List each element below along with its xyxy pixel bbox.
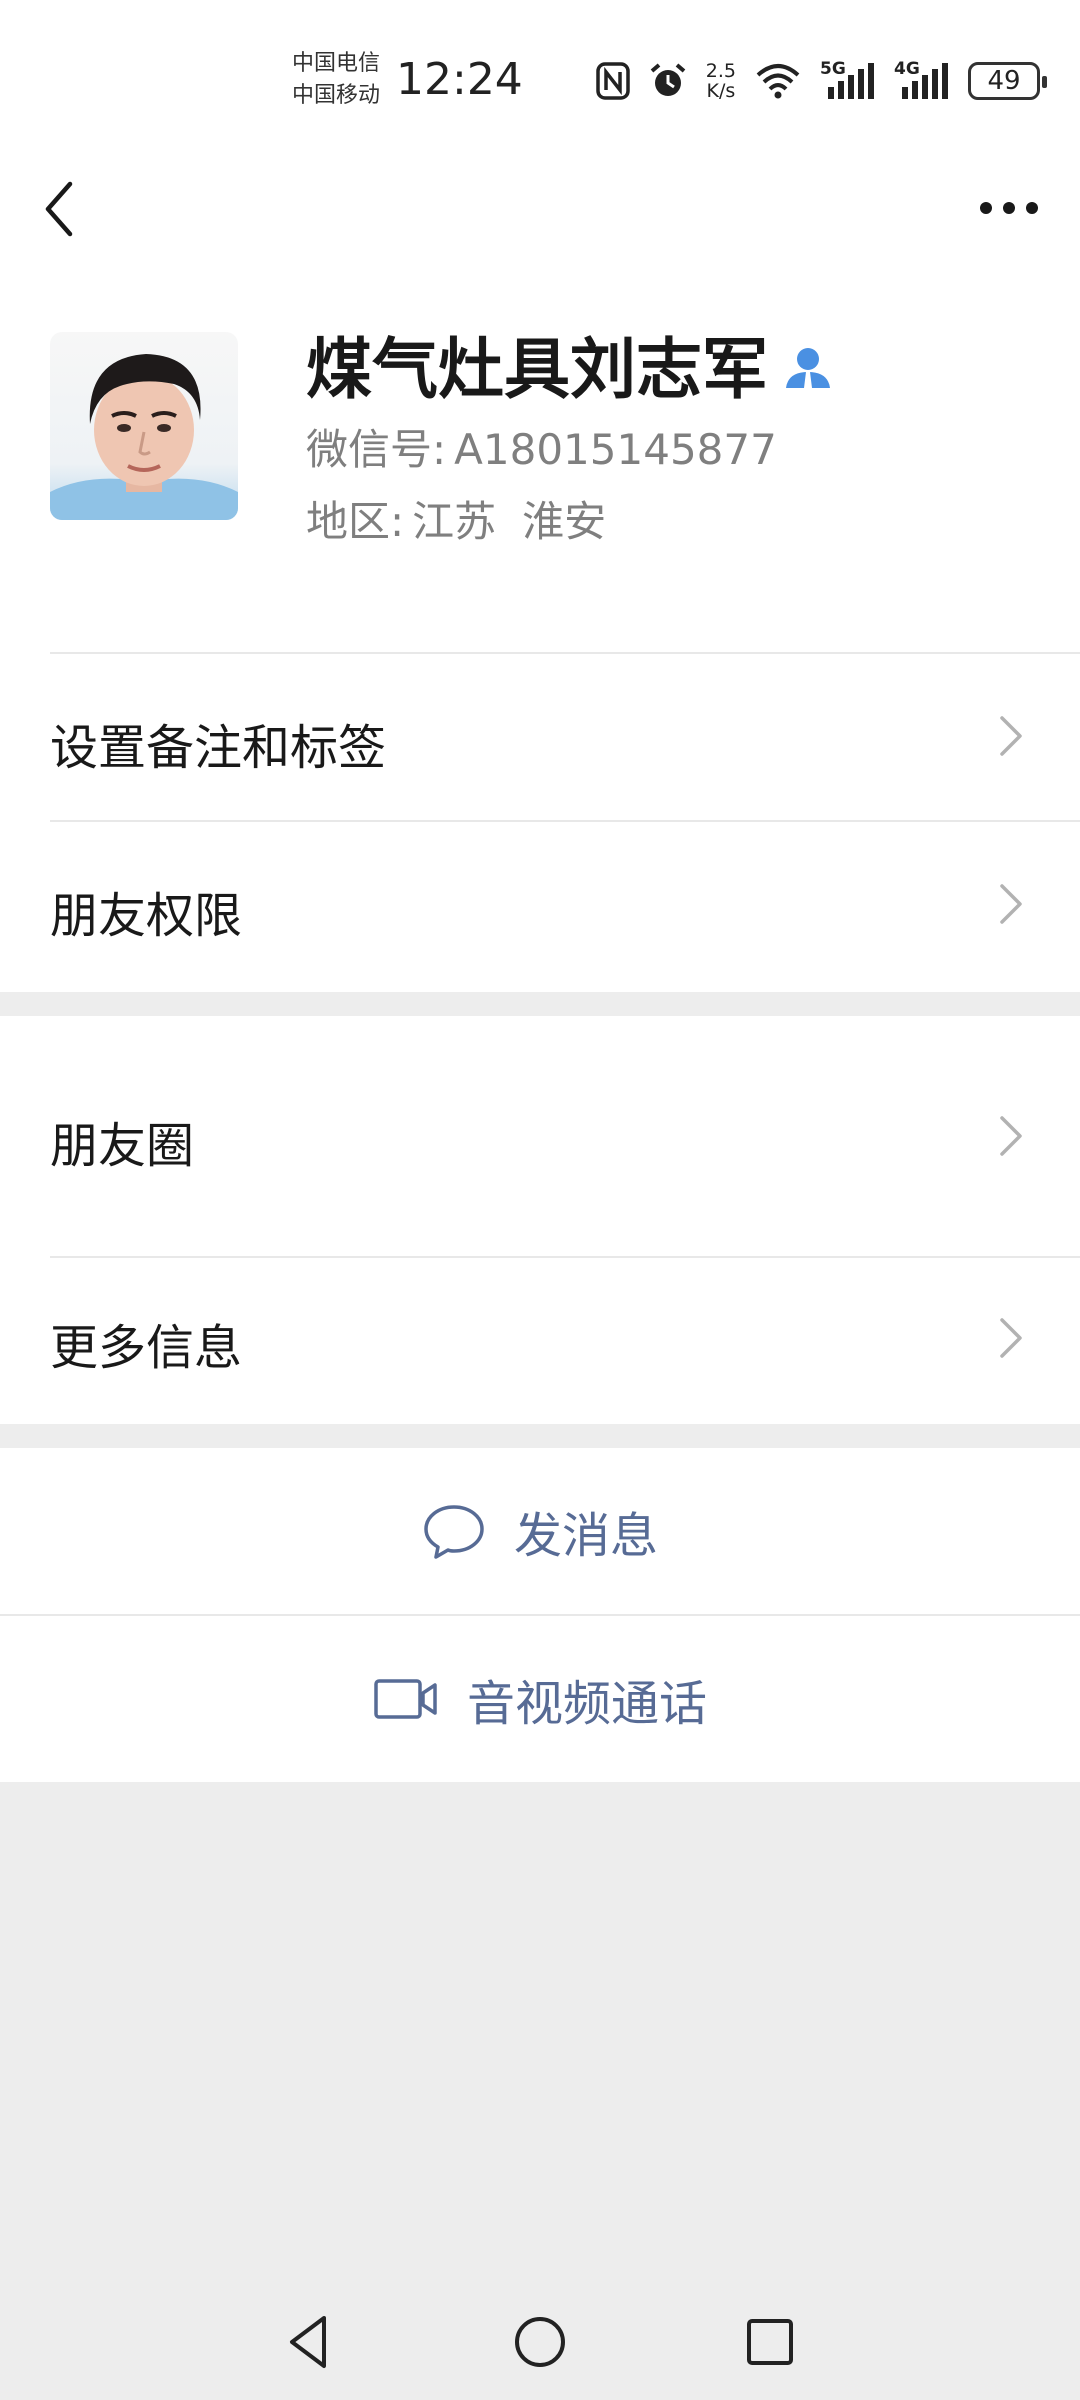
- battery-icon: 49: [968, 62, 1047, 100]
- friend-permissions-label: 朋友权限: [50, 888, 243, 944]
- more-button[interactable]: [974, 186, 1044, 230]
- region-line: 地区: 江苏 淮安: [306, 492, 606, 552]
- send-message-label: 发消息: [513, 1508, 658, 1564]
- nfc-icon: [596, 62, 630, 100]
- wifi-icon: [754, 61, 802, 101]
- person-icon: [782, 342, 834, 394]
- wechat-id-value[interactable]: A18015145877: [454, 425, 777, 474]
- alarm-icon: [648, 61, 688, 101]
- video-camera-icon: [374, 1679, 437, 1719]
- nav-recents-key[interactable]: [740, 2312, 800, 2372]
- triangle-back-icon: [290, 2316, 326, 2368]
- remark-tags-row[interactable]: 设置备注和标签: [0, 652, 1080, 820]
- region-city: 淮安: [522, 497, 607, 546]
- region-province: 江苏: [412, 497, 497, 546]
- chevron-right-icon: [1000, 716, 1022, 756]
- settings-group: 设置备注和标签 朋友权限: [0, 652, 1080, 992]
- carrier-labels: 中国电信 中国移动: [292, 48, 380, 112]
- carrier-2: 中国移动: [292, 83, 381, 108]
- clock: 12:24: [396, 54, 523, 105]
- chevron-right-icon: [1000, 1116, 1022, 1156]
- send-message-button[interactable]: 发消息: [0, 1448, 1080, 1614]
- nav-home-key[interactable]: [510, 2312, 570, 2372]
- profile-card: 煤气灶具刘志军 微信号: A18015145877 地区: 江苏 淮安: [0, 270, 1080, 652]
- remark-tags-label: 设置备注和标签: [50, 720, 387, 776]
- av-call-button[interactable]: 音视频通话: [0, 1616, 1080, 1782]
- moments-label: 朋友圈: [50, 1118, 195, 1174]
- wechat-id-line: 微信号: A18015145877: [306, 420, 777, 480]
- chat-bubble-icon: [424, 1505, 484, 1559]
- net-speed: 2.5 K/s: [706, 61, 736, 101]
- signal-5g-icon: 5G: [820, 59, 876, 101]
- circle-home-icon: [515, 2317, 565, 2367]
- info-group: 朋友圈 更多信息: [0, 1016, 1080, 1424]
- more-dots-icon: [980, 202, 1038, 214]
- back-button[interactable]: [36, 176, 86, 242]
- nav-back-key[interactable]: [280, 2312, 340, 2372]
- avatar[interactable]: [50, 332, 238, 520]
- chevron-left-icon: [45, 181, 73, 237]
- region-label: 地区:: [306, 497, 405, 546]
- status-bar: 中国电信 中国移动 12:24 2.5 K/s 5G 4G 49: [0, 0, 1080, 150]
- system-nav-bar: [0, 2290, 1080, 2400]
- battery-level: 49: [987, 66, 1021, 96]
- av-call-label: 音视频通话: [466, 1676, 707, 1732]
- top-nav: [0, 150, 1080, 270]
- signal-4g-icon: 4G: [894, 59, 950, 101]
- friend-permissions-row[interactable]: 朋友权限: [0, 820, 1080, 990]
- more-info-label: 更多信息: [50, 1320, 243, 1376]
- chevron-right-icon: [1000, 884, 1022, 924]
- status-icons: 2.5 K/s 5G 4G 49: [596, 56, 1047, 106]
- chevron-right-icon: [1000, 1318, 1022, 1358]
- square-recents-icon: [747, 2319, 793, 2365]
- wechat-id-label: 微信号:: [306, 425, 447, 474]
- net-speed-value: 2.5: [705, 60, 736, 82]
- display-name: 煤气灶具刘志军: [306, 331, 768, 408]
- moments-row[interactable]: 朋友圈: [0, 1016, 1080, 1256]
- net-speed-unit: K/s: [706, 80, 736, 102]
- carrier-1: 中国电信: [292, 51, 381, 76]
- more-info-row[interactable]: 更多信息: [0, 1256, 1080, 1424]
